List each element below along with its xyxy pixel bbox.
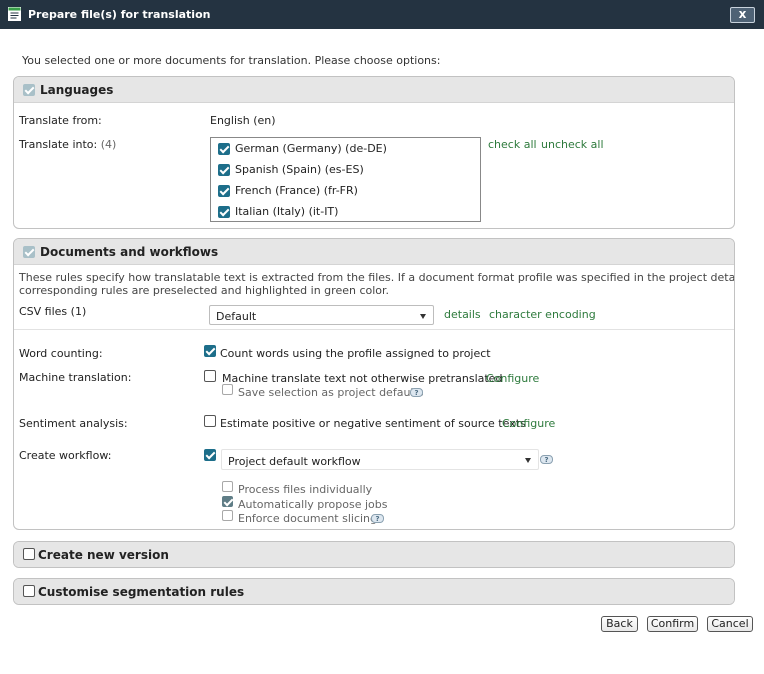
language-checkbox-fr[interactable]: [218, 185, 230, 197]
back-button[interactable]: Back: [601, 616, 638, 632]
details-link[interactable]: details: [444, 308, 481, 321]
csv-profile-value: Default: [216, 310, 257, 323]
sentiment-option: Estimate positive or negative sentiment …: [220, 417, 526, 430]
sentiment-configure-link[interactable]: Configure: [502, 417, 555, 430]
cancel-button[interactable]: Cancel: [707, 616, 753, 632]
machine-translation-label: Machine translation:: [19, 371, 132, 384]
language-checkbox-es[interactable]: [218, 164, 230, 176]
language-label-it: Italian (Italy) (it-IT): [235, 205, 339, 218]
close-icon: x: [738, 7, 747, 21]
chevron-down-icon: [525, 458, 531, 463]
enforce-slicing-label: Enforce document slicing.: [238, 512, 381, 525]
language-label-es: Spanish (Spain) (es-ES): [235, 163, 364, 176]
help-icon[interactable]: ?: [410, 388, 423, 397]
machine-translation-configure-link[interactable]: Configure: [486, 372, 539, 385]
window-title: Prepare file(s) for translation: [28, 8, 211, 21]
word-counting-checkbox[interactable]: [204, 345, 216, 357]
segmentation-title: Customise segmentation rules: [38, 585, 245, 599]
process-individually-checkbox[interactable]: [222, 481, 233, 492]
documents-description-line1: These rules specify how translatable tex…: [19, 271, 735, 284]
language-checkbox-it[interactable]: [218, 206, 230, 218]
translate-from-label: Translate from:: [19, 114, 102, 127]
documents-section: Documents and workflows These rules spec…: [13, 238, 735, 530]
enforce-slicing-checkbox[interactable]: [222, 510, 233, 521]
help-icon[interactable]: ?: [371, 514, 384, 523]
uncheck-all-link[interactable]: uncheck all: [541, 138, 604, 151]
translate-into-text: Translate into:: [19, 138, 98, 151]
auto-propose-checkbox[interactable]: [222, 496, 233, 507]
segmentation-checkbox[interactable]: [23, 585, 35, 597]
word-counting-label: Word counting:: [19, 347, 103, 360]
word-counting-option: Count words using the profile assigned t…: [220, 347, 491, 360]
check-all-link[interactable]: check all: [488, 138, 537, 151]
workflow-select[interactable]: Project default workflow: [221, 449, 539, 470]
process-individually-label: Process files individually: [238, 483, 373, 496]
new-version-header[interactable]: Create new version: [14, 542, 734, 567]
sentiment-label: Sentiment analysis:: [19, 417, 128, 430]
title-bar: Prepare file(s) for translation x: [0, 0, 764, 29]
new-version-section: Create new version: [13, 541, 735, 568]
segmentation-section: Customise segmentation rules: [13, 578, 735, 605]
documents-description-line2: corresponding rules are preselected and …: [19, 284, 390, 297]
documents-title: Documents and workflows: [40, 245, 219, 259]
language-label-de: German (Germany) (de-DE): [235, 142, 387, 155]
documents-toggle-checkbox: [23, 246, 35, 258]
sentiment-checkbox[interactable]: [204, 415, 216, 427]
help-icon[interactable]: ?: [540, 455, 553, 464]
save-defaults-label: Save selection as project defaults: [238, 386, 424, 399]
workflow-select-value: Project default workflow: [228, 455, 361, 468]
machine-translation-checkbox[interactable]: [204, 370, 216, 382]
confirm-button[interactable]: Confirm: [647, 616, 698, 632]
languages-header[interactable]: Languages: [14, 77, 734, 103]
document-icon: [8, 7, 21, 21]
csv-profile-select[interactable]: Default: [209, 305, 434, 325]
csv-divider: [14, 329, 734, 330]
languages-title: Languages: [40, 83, 114, 97]
character-encoding-link[interactable]: character encoding: [489, 308, 596, 321]
new-version-title: Create new version: [38, 548, 169, 562]
chevron-down-icon: [420, 314, 426, 319]
save-defaults-checkbox[interactable]: [222, 384, 233, 395]
machine-translation-option: Machine translate text not otherwise pre…: [222, 372, 503, 385]
auto-propose-label: Automatically propose jobs: [238, 498, 388, 511]
new-version-checkbox[interactable]: [23, 548, 35, 560]
language-label-fr: French (France) (fr-FR): [235, 184, 358, 197]
translate-into-count: (4): [100, 138, 117, 151]
segmentation-header[interactable]: Customise segmentation rules: [14, 579, 734, 604]
documents-header[interactable]: Documents and workflows: [14, 239, 734, 265]
create-workflow-checkbox[interactable]: [204, 449, 216, 461]
csv-files-label: CSV files (1): [19, 305, 87, 318]
translate-into-label: Translate into: (4): [19, 138, 116, 151]
languages-toggle-checkbox: [23, 84, 35, 96]
language-checkbox-de[interactable]: [218, 143, 230, 155]
translate-from-value: English (en): [210, 114, 276, 127]
intro-text: You selected one or more documents for t…: [22, 54, 441, 67]
languages-section: Languages Translate from: English (en) T…: [13, 76, 735, 229]
create-workflow-label: Create workflow:: [19, 449, 112, 462]
close-button[interactable]: x: [730, 7, 755, 23]
target-language-list: German (Germany) (de-DE) Spanish (Spain)…: [210, 137, 481, 222]
